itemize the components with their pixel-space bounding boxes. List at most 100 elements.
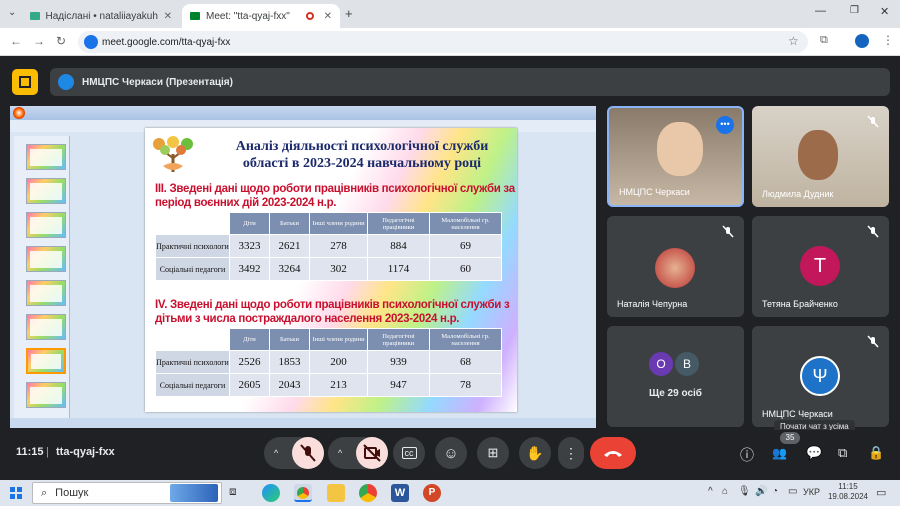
leave-call-button[interactable] <box>590 437 636 469</box>
tab-gmail[interactable]: Надіслані • nataliiayakuhina@ ✕ <box>22 4 180 28</box>
row-label: Практичні психологи <box>155 234 230 258</box>
more-vert-icon: ⋮ <box>564 444 578 461</box>
column-header: Інші члени родини <box>309 328 368 351</box>
extensions-icon[interactable]: ⧉ <box>820 34 828 47</box>
host-controls-icon[interactable]: 🔒 <box>868 445 884 461</box>
close-tab-icon[interactable]: ✕ <box>164 11 172 22</box>
table-cell: 1853 <box>269 350 310 374</box>
tab-meet-label: Meet: "tta-qyaj-fxx" <box>206 10 290 22</box>
clock-date: 19.08.2024 <box>827 492 869 501</box>
tab-gmail-label: Надіслані • nataliiayakuhina@ <box>45 10 158 22</box>
participant-tile[interactable]: Людмила Дудник <box>752 106 889 207</box>
close-window-button[interactable]: ✕ <box>880 5 889 18</box>
new-tab-button[interactable]: + <box>345 6 353 21</box>
participant-tile[interactable]: ••• НМЦПС Черкаси <box>607 106 744 207</box>
site-info-icon[interactable] <box>84 35 98 49</box>
mic-off-button[interactable] <box>292 437 324 469</box>
minimize-button[interactable]: — <box>815 5 826 17</box>
slide-thumbnail-selected <box>26 348 66 374</box>
slide-thumbnail <box>26 382 66 408</box>
tab-meet[interactable]: Meet: "tta-qyaj-fxx" ✕ <box>182 4 340 28</box>
clock[interactable]: 11:15 19.08.2024 <box>826 482 870 502</box>
present-button[interactable]: ⊞ <box>477 437 509 469</box>
more-options-icon[interactable]: ••• <box>716 116 734 134</box>
powerpoint-icon[interactable]: P <box>423 484 441 502</box>
raise-hand-button[interactable]: ✋ <box>519 437 551 469</box>
muted-mic-icon <box>720 224 736 240</box>
table-cell: 2621 <box>269 234 310 258</box>
windows-start-icon[interactable] <box>10 487 22 499</box>
slide-title-line1: Аналіз діяльності психологічної служби <box>235 139 489 154</box>
muted-mic-icon <box>865 114 881 130</box>
table-cell: 3323 <box>229 234 270 258</box>
row-label: Соціальні педагоги <box>155 373 230 397</box>
tray-chevron-icon[interactable]: ^ <box>708 486 713 497</box>
camera-off-button[interactable] <box>356 437 388 469</box>
people-icon[interactable]: 👥 <box>772 446 787 460</box>
tab-list-icon[interactable]: ⌄ <box>8 7 16 18</box>
browser-tabbar: ⌄ Надіслані • nataliiayakuhina@ ✕ Meet: … <box>0 0 900 28</box>
emoji-icon: ☺ <box>443 444 459 462</box>
network-icon[interactable]: ◔ <box>772 486 778 497</box>
meeting-info-icon[interactable]: ⓘ <box>740 445 754 465</box>
table-cell: 69 <box>429 234 502 258</box>
table-row: Соціальні педагоги 3492 3264 302 1174 60 <box>155 257 502 281</box>
chat-icon[interactable]: 💬 <box>806 445 822 461</box>
camera-options-chevron-icon[interactable]: ^ <box>338 448 342 458</box>
table-cell: 78 <box>429 373 502 397</box>
mic-options-chevron-icon[interactable]: ^ <box>274 448 278 458</box>
column-header: Педагогічні працівники <box>367 212 430 235</box>
browser-menu-icon[interactable]: ⋮ <box>882 33 894 47</box>
table-row: Соціальні педагоги 2605 2043 213 947 78 <box>155 373 502 397</box>
others-label: Ще 29 осіб <box>649 388 702 399</box>
participant-avatar <box>655 248 695 288</box>
back-icon[interactable]: ← <box>10 34 22 48</box>
table-cell: 213 <box>309 373 368 397</box>
participant-video <box>798 130 838 180</box>
powerpoint-window: Аналіз діяльності психологічної служби о… <box>10 106 596 428</box>
url-field[interactable]: meet.google.com/tta-qyaj-fxx <box>78 31 808 53</box>
word-icon[interactable]: W <box>391 484 409 502</box>
separator: | <box>46 446 49 458</box>
row-label: Соціальні педагоги <box>155 257 230 281</box>
url-text: meet.google.com/tta-qyaj-fxx <box>102 36 231 48</box>
emoji-button[interactable]: ☺ <box>435 437 467 469</box>
table-cell: 68 <box>429 350 502 374</box>
battery-icon[interactable]: ▭ <box>788 486 797 497</box>
search-highlight-image <box>170 484 218 502</box>
participant-name: НМЦПС Черкаси <box>762 409 833 419</box>
profile-avatar[interactable] <box>855 34 869 48</box>
chrome-active-icon[interactable] <box>294 484 312 502</box>
volume-icon[interactable]: 🔊 <box>755 486 767 497</box>
forward-icon[interactable]: → <box>33 34 45 48</box>
language-indicator[interactable]: УКР <box>803 487 820 497</box>
activities-shapes-icon[interactable]: ⧉ <box>838 445 847 461</box>
camera-control[interactable]: ^ <box>328 437 388 469</box>
others-tile[interactable]: О В Ще 29 осіб <box>607 326 744 427</box>
meet-icon <box>190 12 200 20</box>
table-cell: 2526 <box>229 350 270 374</box>
participant-tile[interactable]: Т Тетяна Брайченко <box>752 216 889 317</box>
restore-button[interactable]: ❐ <box>850 5 859 16</box>
edge-icon[interactable] <box>262 484 280 502</box>
reload-icon[interactable]: ↻ <box>56 34 66 48</box>
table-cell: 278 <box>309 234 368 258</box>
corner-cell <box>155 328 230 351</box>
participant-tile[interactable]: Наталія Чепурна <box>607 216 744 317</box>
notifications-icon[interactable]: ▭ <box>876 486 886 499</box>
captions-button[interactable]: cc <box>393 437 425 469</box>
tray-mic-icon[interactable]: 🎙 <box>738 486 751 497</box>
participant-tile[interactable]: Ψ НМЦПС Черкаси <box>752 326 889 427</box>
activities-button[interactable] <box>12 69 38 95</box>
task-view-icon[interactable]: ⧈ <box>229 484 247 502</box>
others-avatar: О <box>649 352 673 376</box>
tray-app-icon[interactable]: ⌂ <box>722 486 728 497</box>
close-tab-icon[interactable]: ✕ <box>324 11 332 22</box>
file-explorer-icon[interactable] <box>327 484 345 502</box>
corner-cell <box>155 212 230 235</box>
chrome-icon[interactable] <box>359 484 377 502</box>
participant-count-badge: 35 <box>780 432 800 444</box>
bookmark-star-icon[interactable]: ☆ <box>788 34 799 48</box>
more-options-button[interactable]: ⋮ <box>558 437 584 469</box>
mic-control[interactable]: ^ <box>264 437 324 469</box>
